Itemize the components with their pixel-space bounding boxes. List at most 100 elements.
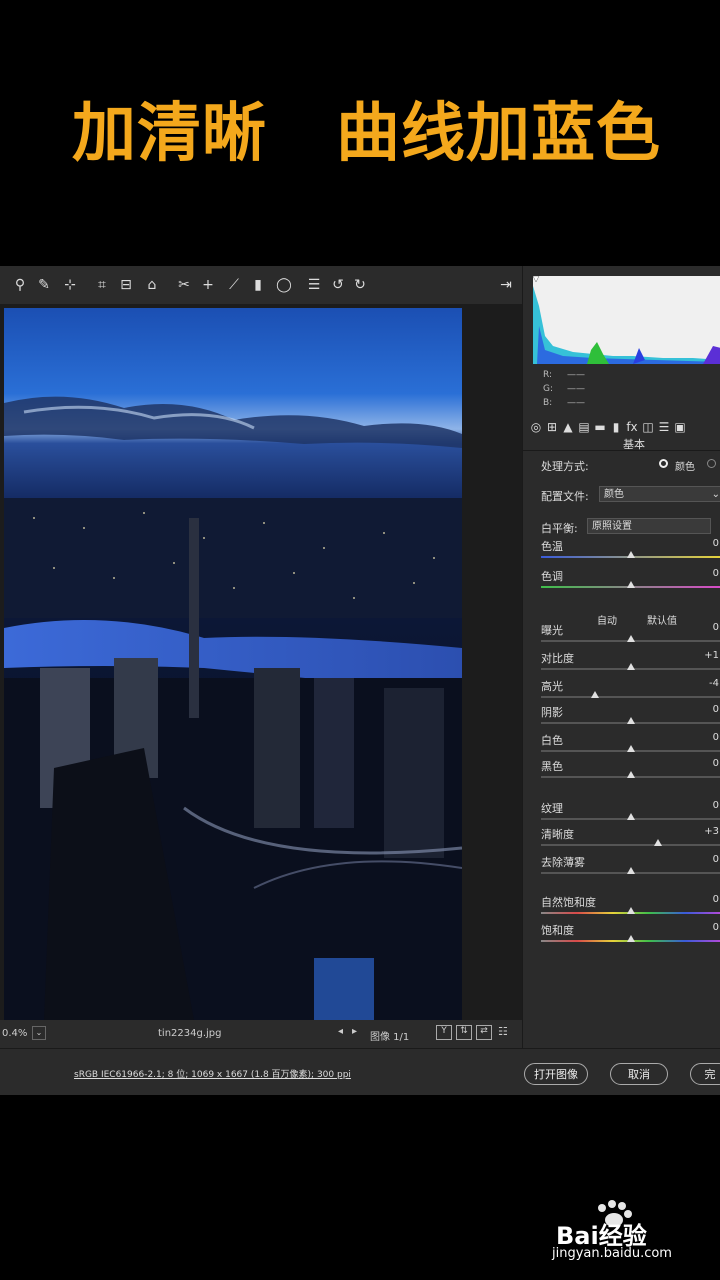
slider-value-field[interactable]: -4: [709, 678, 719, 689]
slider-thumb[interactable]: [627, 581, 635, 588]
cancel-button[interactable]: 取消: [610, 1063, 668, 1085]
slider-value-field[interactable]: 0: [713, 732, 719, 743]
toggle-settings-icon[interactable]: ☷: [498, 1025, 508, 1038]
toolbar: ⚲ ✎ ⊹ ⌗ ⊟ ⌂ ✂ + ⟋ ▮ ◯ ☰ ↺ ↻ ⇥: [0, 266, 522, 304]
hist-g-value: ——: [567, 384, 585, 394]
slider-value-field[interactable]: 0: [713, 922, 719, 933]
slider-value-field[interactable]: 0: [713, 800, 719, 811]
preview-area: [0, 304, 522, 1020]
process-label: 处理方式:: [541, 460, 589, 473]
effects-tab-icon[interactable]: fx: [625, 420, 639, 434]
slider-thumb[interactable]: [627, 551, 635, 558]
wb-dropdown[interactable]: 原照设置: [587, 518, 711, 534]
done-button[interactable]: 完: [690, 1063, 720, 1085]
default-link[interactable]: 默认值: [647, 612, 677, 627]
dialog-footer: sRGB IEC61966-2.1; 8 位; 1069 x 1667 (1.8…: [0, 1048, 720, 1095]
graduated-filter-icon[interactable]: ▮: [250, 277, 266, 293]
slider-label: 色温: [541, 540, 563, 553]
spot-removal-icon[interactable]: ✂: [176, 277, 192, 293]
slider-label: 纹理: [541, 802, 563, 815]
hist-r-label: R:: [543, 370, 553, 380]
wb-value: 原照设置: [592, 521, 632, 532]
copy-settings-icon[interactable]: ⇄: [476, 1025, 492, 1040]
process-radio-bw-icon[interactable]: [707, 459, 716, 468]
detail-tab-icon[interactable]: ▲: [561, 420, 575, 434]
hist-g-label: G:: [543, 384, 554, 394]
adjustment-panel: R: —— G: —— B: —— ◎ ⊞ ▲ ▤ ▬ ▮ fx ◫ ☰ ▣ 基本 处理方式: 颜…: [522, 266, 720, 1048]
section-divider: [523, 450, 720, 451]
slider-track[interactable]: [541, 696, 720, 698]
slider-label: 高光: [541, 680, 563, 693]
slider-thumb[interactable]: [627, 745, 635, 752]
rotate-right-icon[interactable]: ↻: [352, 277, 368, 293]
hsl-tab-icon[interactable]: ▤: [577, 420, 591, 434]
slider-thumb[interactable]: [627, 663, 635, 670]
slider-thumb[interactable]: [591, 691, 599, 698]
image-counter: 图像 1/1: [370, 1032, 410, 1043]
auto-link[interactable]: 自动: [597, 612, 617, 627]
zoom-tool-icon[interactable]: ⚲: [12, 277, 28, 293]
caption-left: 加清晰: [72, 97, 267, 171]
zoom-dropdown-icon[interactable]: ⌄: [32, 1026, 46, 1040]
histogram: [533, 276, 720, 364]
slider-value-field[interactable]: 0: [713, 758, 719, 769]
prev-image-icon[interactable]: ◂: [338, 1026, 343, 1037]
slider-thumb[interactable]: [627, 867, 635, 874]
hist-b-label: B:: [543, 398, 553, 408]
slider-value-field[interactable]: +1: [704, 650, 719, 661]
snapshots-tab-icon[interactable]: ▣: [673, 420, 687, 434]
brush-icon[interactable]: ⟋: [226, 277, 242, 293]
slider-thumb[interactable]: [627, 907, 635, 914]
baidu-watermark: Bai经验 jingyan.baidu.com: [552, 1198, 712, 1268]
before-after-y-icon[interactable]: Y: [436, 1025, 452, 1040]
slider-label: 阴影: [541, 706, 563, 719]
profile-value: 颜色: [604, 489, 624, 500]
color-sampler-icon[interactable]: ⊹: [62, 277, 78, 293]
slider-thumb[interactable]: [627, 771, 635, 778]
straighten-icon[interactable]: ⊟: [118, 277, 134, 293]
slider-value-field[interactable]: 0: [713, 854, 719, 865]
radial-filter-icon[interactable]: ◯: [276, 277, 292, 293]
lens-tab-icon[interactable]: ▮: [609, 420, 623, 434]
slider-thumb[interactable]: [627, 935, 635, 942]
slider-value-field[interactable]: 0: [713, 894, 719, 905]
slider-thumb[interactable]: [627, 635, 635, 642]
file-name: tin2234g.jpg: [158, 1028, 222, 1039]
tone-curve-tab-icon[interactable]: ⊞: [545, 420, 559, 434]
slider-value-field[interactable]: 0: [713, 568, 719, 579]
slider-label: 去除薄雾: [541, 856, 585, 869]
process-radio-icon[interactable]: [659, 459, 668, 468]
slider-value-field[interactable]: +3: [704, 826, 719, 837]
slider-track[interactable]: [541, 844, 720, 846]
swap-settings-icon[interactable]: ⇅: [456, 1025, 472, 1040]
presets-tab-icon[interactable]: ☰: [657, 420, 671, 434]
slider-label: 对比度: [541, 652, 574, 665]
next-image-icon[interactable]: ▸: [352, 1026, 357, 1037]
red-eye-icon[interactable]: +: [200, 277, 216, 293]
rotate-left-icon[interactable]: ↺: [330, 277, 346, 293]
basic-tab-icon[interactable]: ◎: [529, 420, 543, 434]
fullscreen-icon[interactable]: ⇥: [498, 277, 514, 293]
slider-value-field[interactable]: 0: [713, 704, 719, 715]
profile-label: 配置文件:: [541, 490, 589, 503]
calibration-tab-icon[interactable]: ◫: [641, 420, 655, 434]
slider-value-field[interactable]: 0: [713, 538, 719, 549]
crop-icon[interactable]: ⌗: [94, 277, 110, 293]
city-night-photo: [4, 308, 462, 1020]
profile-dropdown[interactable]: 颜色 ⌄: [599, 486, 720, 502]
open-image-button[interactable]: 打开图像: [524, 1063, 588, 1085]
slider-thumb[interactable]: [627, 717, 635, 724]
transform-icon[interactable]: ⌂: [144, 277, 160, 293]
hist-b-value: ——: [567, 398, 585, 408]
zoom-level[interactable]: 0.4%: [2, 1028, 27, 1039]
baidu-url: jingyan.baidu.com: [552, 1246, 672, 1261]
slider-value-field[interactable]: 0: [713, 622, 719, 633]
panel-tabs: ◎ ⊞ ▲ ▤ ▬ ▮ fx ◫ ☰ ▣: [529, 416, 719, 434]
slider-thumb[interactable]: [627, 813, 635, 820]
chevron-down-icon: ⌄: [711, 489, 720, 500]
split-tab-icon[interactable]: ▬: [593, 420, 607, 434]
preferences-icon[interactable]: ☰: [306, 277, 322, 293]
white-balance-icon[interactable]: ✎: [36, 277, 52, 293]
slider-thumb[interactable]: [654, 839, 662, 846]
workflow-info-link[interactable]: sRGB IEC61966-2.1; 8 位; 1069 x 1667 (1.8…: [74, 1067, 351, 1080]
